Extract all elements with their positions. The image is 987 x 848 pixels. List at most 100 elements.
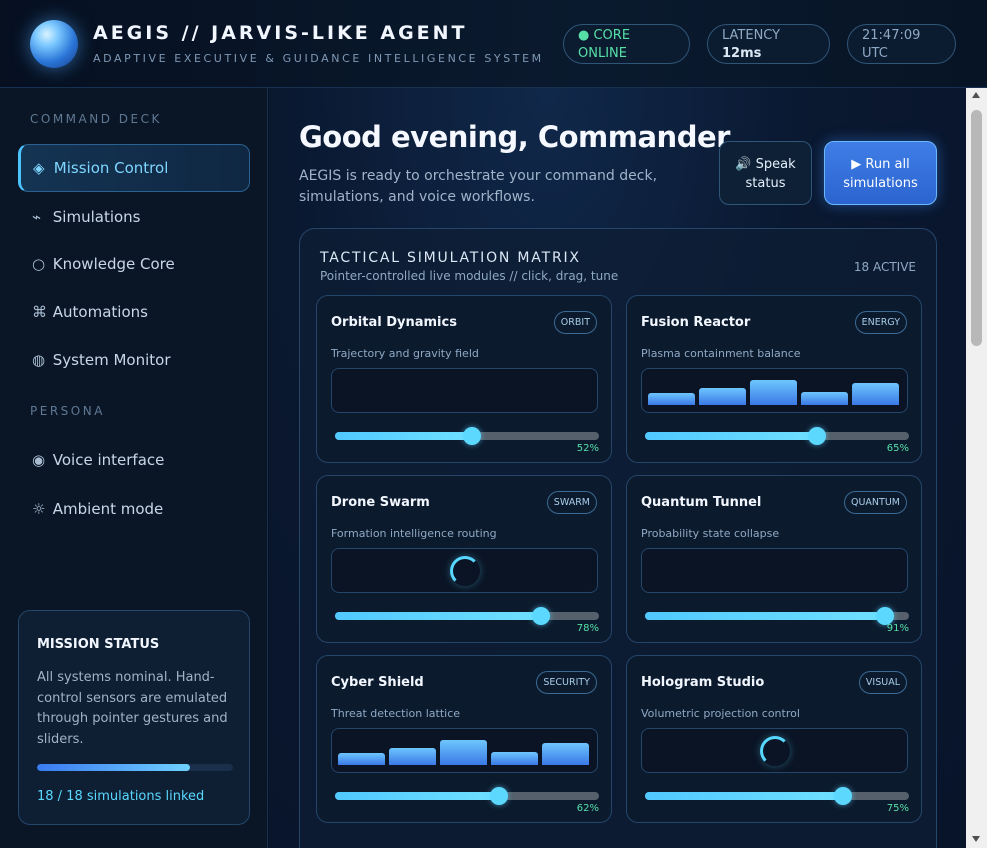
mission-status-card: MISSION STATUS All systems nominal. Hand… [18,610,250,825]
main-panel: Good evening, Commander. AEGIS is ready … [269,88,966,848]
clock-badge: 21:47:09 UTC [847,24,956,64]
speak-button-line2: status [745,176,786,191]
module-slider[interactable] [645,787,909,805]
sidebar-item-label: System Monitor [52,351,171,369]
sidebar-item-label: Mission Control [53,159,169,177]
page-title: Good evening, Commander. [299,120,737,154]
sidebar-item-label: Simulations [52,208,141,226]
module-slider-fill [645,432,817,440]
module-slider[interactable] [645,427,909,445]
simulation-module[interactable]: Quantum Tunnel QUANTUM Probability state c… [626,475,922,643]
monitor-dot-icon: ◍ [32,351,46,369]
run-all-simulations-button[interactable]: ▶ Run all simulations [824,141,937,205]
loading-spinner-icon [760,736,790,766]
simulation-module[interactable]: Cyber Shield SECURITY Threat detection lat… [316,655,612,823]
module-description: Volumetric projection control [641,707,800,720]
sidebar-item-knowledge-core[interactable]: ○ Knowledge Core [18,240,250,288]
module-value-percent: 91% [886,623,909,634]
sidebar-item-system-monitor[interactable]: ◍ System Monitor [18,336,250,384]
scrollbar-thumb[interactable] [971,110,982,346]
mission-status-text: All systems nominal. Hand-control sensor… [37,670,228,747]
latency-badge: LATENCY 12ms [707,24,830,64]
module-title: Quantum Tunnel [641,495,762,510]
sidebar: COMMAND DECK ◈ Mission Control ⌁ Simulat… [0,88,268,848]
module-viewport[interactable] [641,548,908,593]
module-slider-thumb[interactable] [489,787,508,805]
loading-spinner-icon [450,556,480,586]
module-title: Cyber Shield [331,675,424,690]
scroll-down-arrow-icon[interactable] [972,836,980,842]
module-bar [440,740,487,765]
wave-icon: ⌁ [32,208,42,226]
module-tag-badge: SWARM [546,491,597,514]
sidebar-item-ambient-mode[interactable]: ☼ Ambient mode [18,485,250,533]
diamond-icon: ◈ [33,159,45,177]
sidebar-item-label: Knowledge Core [52,255,175,273]
module-viewport[interactable] [641,728,908,773]
sidebar-item-automations[interactable]: ⌘ Automations [18,288,250,336]
clock-time: 21:47:09 [862,28,921,43]
simulation-matrix: TACTICAL SIMULATION MATRIX Pointer-contr… [299,228,937,848]
module-slider-fill [335,792,499,800]
module-slider[interactable] [335,787,599,805]
module-slider-thumb[interactable] [463,427,482,445]
agent-orb-icon [30,20,78,68]
module-viewport[interactable] [331,368,598,413]
module-value-percent: 78% [576,623,599,634]
sidebar-item-label: Automations [52,303,148,321]
page-scrollbar[interactable] [966,88,987,848]
module-viewport[interactable] [331,548,598,593]
scroll-up-arrow-icon[interactable] [972,92,980,98]
module-slider-fill [335,432,473,440]
module-bar [491,752,538,765]
module-description: Formation intelligence routing [331,527,497,540]
module-bar [338,753,385,765]
module-bar [852,383,899,405]
speak-button-line1: 🔊 Speak [735,157,796,172]
module-viewport[interactable] [331,728,598,773]
module-title: Drone Swarm [331,495,430,510]
simulation-module[interactable]: Fusion Reactor ENERGY Plasma containment b… [626,295,922,463]
simulation-module[interactable]: Drone Swarm SWARM Formation intelligence r… [316,475,612,643]
module-value-percent: 75% [886,803,909,814]
core-status-badge: ● CORE ONLINE [563,24,690,64]
run-button-line2: simulations [843,176,918,191]
module-bar [389,748,436,765]
circle-icon: ○ [32,255,46,273]
module-slider-thumb[interactable] [834,787,852,805]
page-subtitle: AEGIS is ready to orchestrate your comma… [299,168,658,205]
module-tag-badge: ENERGY [854,311,907,334]
speak-status-button[interactable]: 🔊 Speak status [719,141,812,205]
module-viewport[interactable] [641,368,908,413]
module-value-percent: 65% [886,443,909,454]
latency-value: 12ms [722,46,762,61]
run-button-line1: ▶ Run all [851,157,910,172]
sidebar-item-mission-control[interactable]: ◈ Mission Control [18,144,250,192]
module-slider-thumb[interactable] [807,427,826,445]
module-slider-fill [645,612,886,620]
sidebar-item-voice-interface[interactable]: ◉ Voice interface [18,436,250,484]
matrix-subtitle: Pointer-controlled live modules // click… [320,269,619,283]
module-slider[interactable] [335,607,599,625]
simulation-module[interactable]: Hologram Studio VISUAL Volumetric projecti… [626,655,922,823]
core-status-line1: ● CORE [578,28,631,43]
simulation-module[interactable]: Orbital Dynamics ORBIT Trajectory and grav… [316,295,612,463]
module-slider[interactable] [645,607,909,625]
mission-linked-count: 18 / 18 simulations linked [37,789,205,804]
radio-dot-icon: ◉ [32,451,46,469]
module-slider[interactable] [335,427,599,445]
module-slider-thumb[interactable] [531,607,550,625]
module-title: Orbital Dynamics [331,315,457,330]
active-count-badge: 18 ACTIVE [853,260,916,274]
sidebar-item-simulations[interactable]: ⌁ Simulations [18,193,250,241]
module-description: Probability state collapse [641,527,780,540]
module-bar [648,393,695,405]
app-title: AEGIS // JARVIS-LIKE AGENT [93,22,468,44]
command-key-icon: ⌘ [32,303,47,321]
sidebar-item-label: Voice interface [52,451,165,469]
mission-status-title: MISSION STATUS [37,637,160,652]
module-title: Hologram Studio [641,675,765,690]
mission-progress-bar [37,764,233,771]
module-tag-badge: QUANTUM [844,491,907,514]
matrix-title: TACTICAL SIMULATION MATRIX [320,250,581,266]
